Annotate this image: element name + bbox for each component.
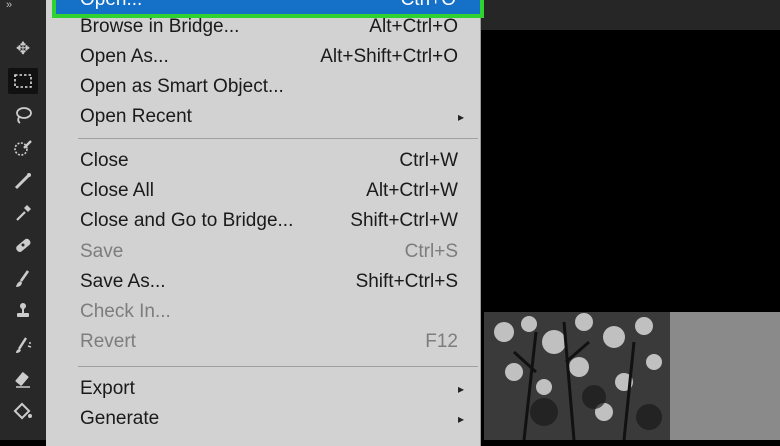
menu-item-label: Revert	[80, 331, 136, 352]
menu-item-label: Close All	[80, 180, 154, 201]
eraser-tool-icon[interactable]	[8, 366, 38, 392]
move-tool-icon[interactable]: ✥	[8, 36, 38, 62]
menu-item-shortcut: Ctrl+W	[399, 150, 458, 171]
menu-item-export[interactable]: Export ▸	[80, 374, 464, 404]
menu-item-save-as[interactable]: Save As... Shift+Ctrl+S	[80, 267, 458, 297]
menu-item-save[interactable]: Save Ctrl+S	[80, 237, 458, 267]
menu-item-shortcut: Alt+Ctrl+W	[366, 180, 458, 201]
menu-item-label: Close	[80, 150, 129, 171]
file-menu: Open... Ctrl+O Browse in Bridge... Alt+C…	[46, 0, 481, 446]
menu-item-shortcut: Shift+Ctrl+W	[350, 210, 458, 231]
menu-item-label: Browse in Bridge...	[80, 16, 240, 37]
menu-item-shortcut: F12	[425, 331, 458, 352]
menu-separator	[78, 366, 478, 367]
lasso-tool-icon[interactable]	[8, 102, 38, 128]
menu-item-open-as-smart-object[interactable]: Open as Smart Object...	[80, 72, 458, 102]
menu-item-label: Open as Smart Object...	[80, 76, 284, 97]
clone-stamp-tool-icon[interactable]	[8, 298, 38, 324]
menu-separator	[78, 138, 478, 139]
menu-item-check-in[interactable]: Check In...	[80, 297, 458, 327]
tools-panel: » ✥	[0, 0, 46, 440]
menu-item-generate[interactable]: Generate ▸	[80, 404, 464, 434]
menu-item-open-as[interactable]: Open As... Alt+Shift+Ctrl+O	[80, 42, 458, 72]
menu-item-browse-in-bridge[interactable]: Browse in Bridge... Alt+Ctrl+O	[80, 12, 458, 42]
healing-brush-tool-icon[interactable]	[8, 232, 38, 258]
menu-item-close[interactable]: Close Ctrl+W	[80, 146, 458, 176]
document-tab-bar	[480, 0, 780, 30]
menu-item-shortcut: Alt+Shift+Ctrl+O	[320, 46, 458, 67]
eyedropper-tool-icon[interactable]	[8, 200, 38, 226]
rectangular-marquee-tool-icon[interactable]	[8, 68, 38, 94]
menu-item-label: Save As...	[80, 271, 166, 292]
menu-item-shortcut: Ctrl+S	[404, 241, 458, 262]
menu-item-label: Export	[80, 378, 135, 399]
menu-item-label: Close and Go to Bridge...	[80, 210, 294, 231]
quick-selection-tool-icon[interactable]	[8, 135, 38, 161]
menu-item-label: Open Recent	[80, 106, 192, 127]
paint-bucket-tool-icon[interactable]	[8, 398, 38, 424]
menu-item-label: Save	[80, 241, 124, 262]
menu-item-revert[interactable]: Revert F12	[80, 327, 458, 357]
history-brush-tool-icon[interactable]	[8, 332, 38, 358]
menu-item-close-all[interactable]: Close All Alt+Ctrl+W	[80, 176, 458, 206]
menu-item-label: Check In...	[80, 301, 171, 322]
menu-item-label: Generate	[80, 408, 160, 429]
panel-collapse-button[interactable]: »	[0, 0, 46, 14]
crop-tool-icon[interactable]	[8, 168, 38, 194]
document-image	[484, 312, 780, 440]
submenu-arrow-icon: ▸	[457, 110, 464, 124]
menu-item-label: Open As...	[80, 46, 169, 67]
menu-item-shortcut: Shift+Ctrl+S	[355, 271, 458, 292]
menu-item-open-recent[interactable]: Open Recent ▸	[80, 102, 464, 132]
menu-item-shortcut: Alt+Ctrl+O	[369, 16, 458, 37]
submenu-arrow-icon: ▸	[457, 382, 464, 396]
menu-item-close-and-go-to-bridge[interactable]: Close and Go to Bridge... Shift+Ctrl+W	[80, 206, 458, 236]
submenu-arrow-icon: ▸	[457, 412, 464, 426]
brush-tool-icon[interactable]	[8, 266, 38, 292]
